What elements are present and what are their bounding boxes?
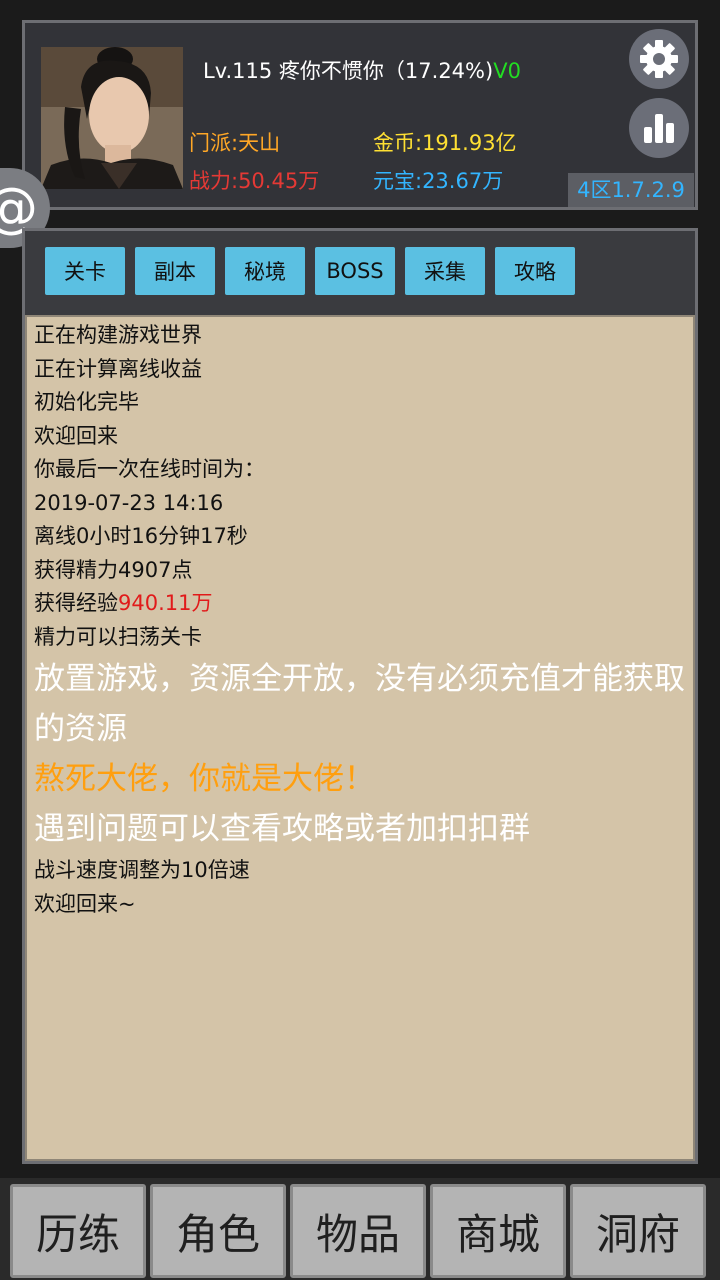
settings-button[interactable] <box>629 29 689 89</box>
tab-gather[interactable]: 采集 <box>405 247 485 295</box>
gold-amount: 金币:191.93亿 <box>373 131 517 155</box>
tab-boss[interactable]: BOSS <box>315 247 395 295</box>
exp-prefix: 获得经验 <box>34 591 118 615</box>
exp-value: 940.11万 <box>118 591 213 615</box>
log-line: 离线0小时16分钟17秒 <box>34 524 248 548</box>
announcement-resources: 放置游戏，资源全开放，没有必须充值才能获取的资源 <box>34 661 685 747</box>
bottom-nav: 历练 角色 物品 商城 洞府 <box>0 1178 720 1280</box>
server-version-badge: 4区1.7.2.9 <box>568 173 694 207</box>
log-line: 正在计算离线收益 <box>34 356 202 381</box>
at-icon: @ <box>0 181 38 235</box>
nav-character[interactable]: 角色 <box>150 1184 286 1278</box>
tab-stage[interactable]: 关卡 <box>45 247 125 295</box>
log-line: 初始化完毕 <box>34 390 139 414</box>
tab-guide[interactable]: 攻略 <box>495 247 575 295</box>
tab-dungeon[interactable]: 副本 <box>135 247 215 295</box>
gear-icon <box>640 40 678 78</box>
announcement-slogan: 熬死大佬，你就是大佬！ <box>34 761 375 797</box>
log-line: 2019-07-23 14:16 <box>34 490 224 515</box>
stats-button[interactable] <box>629 98 689 158</box>
avatar[interactable] <box>41 47 183 189</box>
nav-cave[interactable]: 洞府 <box>570 1184 706 1278</box>
ingot-amount: 元宝:23.67万 <box>373 169 504 193</box>
log-line: 获得精力4907点 <box>34 557 193 582</box>
log-line: 欢迎回来~ <box>34 891 136 916</box>
log-line: 欢迎回来 <box>34 423 118 448</box>
nav-items[interactable]: 物品 <box>290 1184 426 1278</box>
nav-training[interactable]: 历练 <box>10 1184 146 1278</box>
log-line: 你最后一次在线时间为： <box>34 457 265 481</box>
level-name-line: Lv.115 疼你不惯你（17.24%)V0 <box>203 55 521 85</box>
tab-secret-realm[interactable]: 秘境 <box>225 247 305 295</box>
vip-level: V0 <box>493 59 521 83</box>
sect-label: 门派:天山 <box>189 131 281 155</box>
level-name-text: Lv.115 疼你不惯你（17.24%) <box>203 59 494 83</box>
log-line: 战斗速度调整为10倍速 <box>34 858 250 882</box>
combat-power: 战力:50.45万 <box>189 169 320 193</box>
message-log[interactable]: 正在构建游戏世界 正在计算离线收益 初始化完毕 欢迎回来 你最后一次在线时间为：… <box>25 315 695 1161</box>
nav-shop[interactable]: 商城 <box>430 1184 566 1278</box>
main-panel: 关卡 副本 秘境 BOSS 采集 攻略 正在构建游戏世界 正在计算离线收益 初始… <box>22 228 698 1164</box>
log-line-exp: 获得经验940.11万 <box>34 587 693 621</box>
log-line: 正在构建游戏世界 <box>34 323 202 347</box>
tab-bar: 关卡 副本 秘境 BOSS 采集 攻略 <box>45 247 575 295</box>
bar-chart-icon <box>644 114 674 143</box>
announcement-help: 遇到问题可以查看攻略或者加扣扣群 <box>34 811 530 847</box>
player-header: Lv.115 疼你不惯你（17.24%)V0 门派:天山 金币:191.93亿 … <box>22 20 698 210</box>
log-line: 精力可以扫荡关卡 <box>34 624 202 649</box>
